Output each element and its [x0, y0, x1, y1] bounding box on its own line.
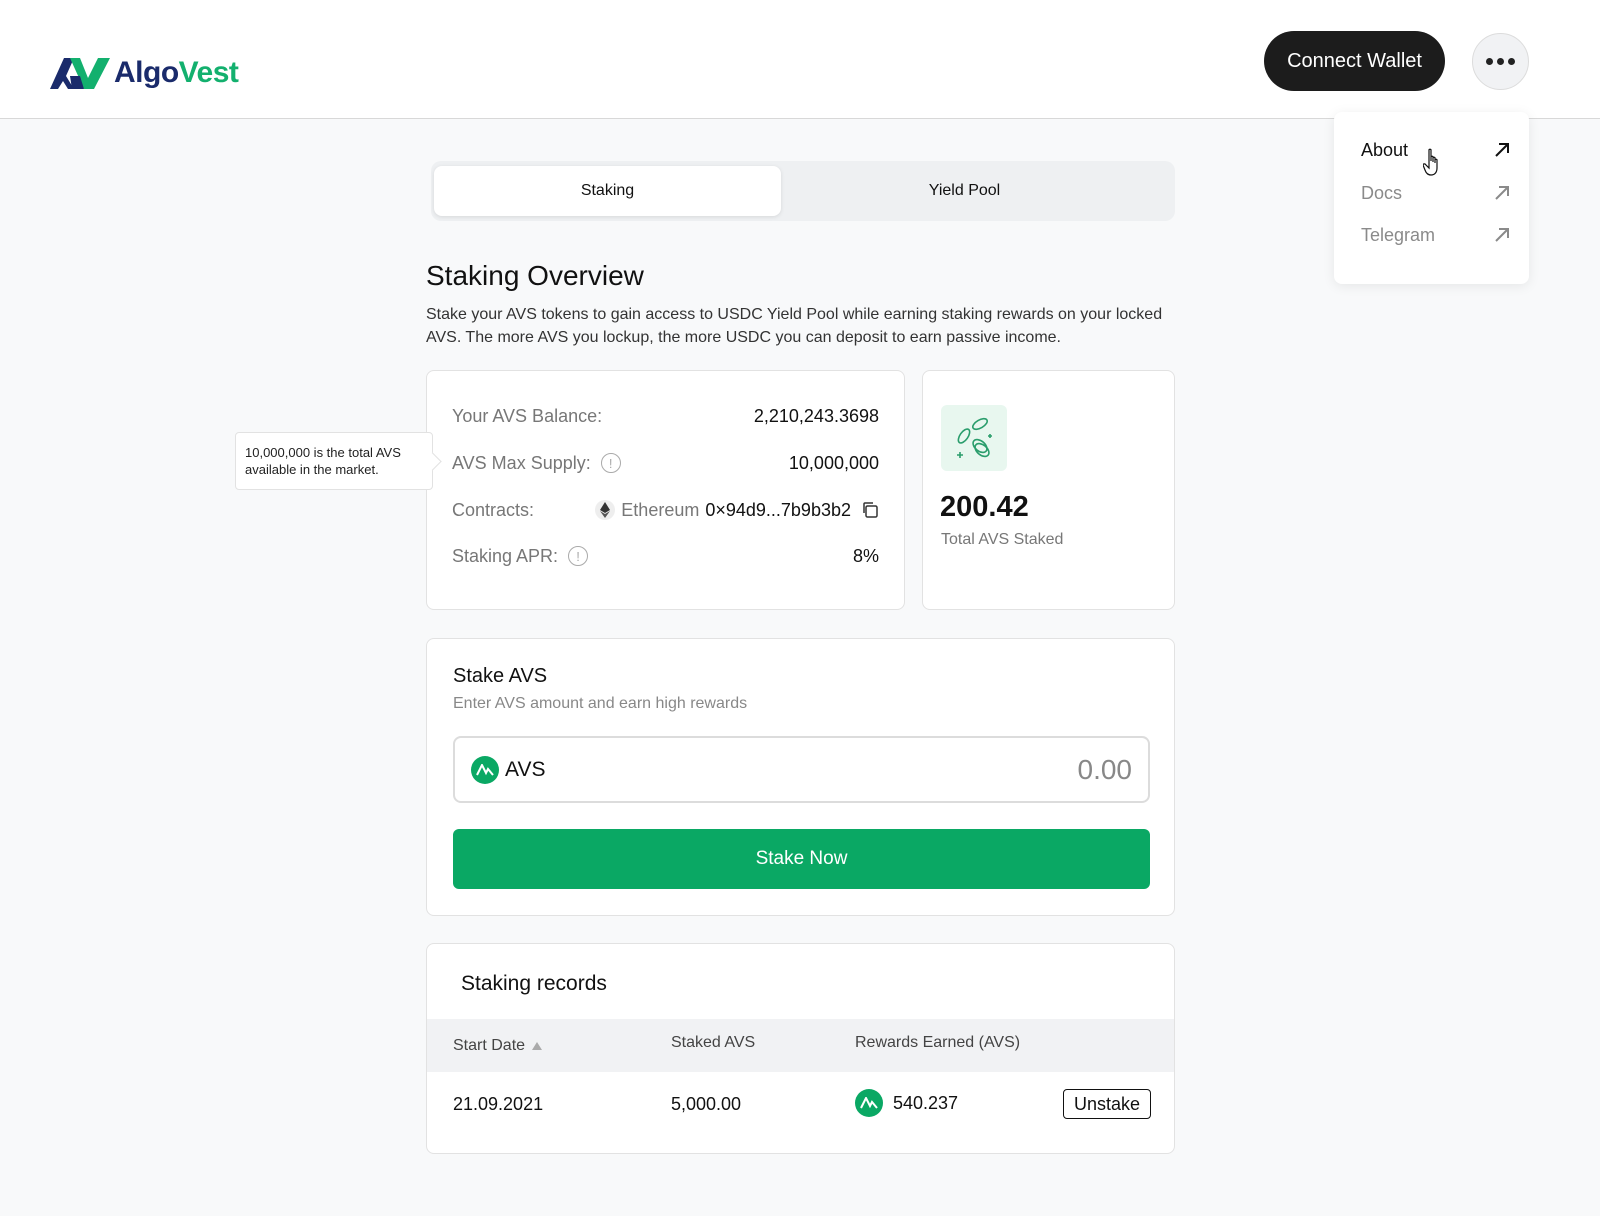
copy-icon[interactable]: [861, 501, 879, 519]
ethereum-icon: [595, 500, 616, 520]
stake-amount-input[interactable]: [545, 753, 1132, 786]
stake-subtitle: Enter AVS amount and earn high rewards: [453, 695, 748, 712]
menu-item-label: Telegram: [1361, 224, 1436, 245]
column-start-date[interactable]: Start Date: [453, 1037, 543, 1055]
avs-token-icon: [855, 1089, 883, 1117]
token-label: AVS: [505, 757, 546, 781]
max-supply-label: AVS Max Supply:: [452, 452, 591, 473]
contract-address: 0×94d9...7b9b3b2: [705, 499, 851, 520]
top-header: AlgoVest Connect Wallet: [0, 0, 1600, 119]
menu-item-docs[interactable]: Docs: [1361, 180, 1511, 206]
balance-row: Your AVS Balance: 2,210,243.3698: [452, 402, 879, 430]
arrow-up-right-icon: [1495, 143, 1509, 157]
max-supply-row: AVS Max Supply: ! 10,000,000: [452, 449, 879, 477]
column-rewards: Rewards Earned (AVS): [855, 1034, 1021, 1051]
contracts-label: Contracts:: [452, 499, 535, 520]
info-icon[interactable]: !: [600, 453, 621, 473]
arrow-up-right-icon: [1495, 186, 1509, 200]
coins-icon: [941, 405, 1007, 471]
contracts-row: Contracts: Ethereum 0×94d9...7b9b3b2: [452, 496, 879, 524]
balance-label: Your AVS Balance:: [452, 405, 603, 426]
apr-label: Staking APR:: [452, 545, 559, 566]
hand-cursor-icon: [1423, 148, 1438, 176]
main-tabs: Staking Yield Pool: [431, 161, 1175, 221]
more-dropdown-menu: About Docs Telegram: [1334, 112, 1529, 284]
connect-wallet-button[interactable]: Connect Wallet: [1264, 31, 1445, 91]
max-supply-value: 10,000,000: [788, 452, 879, 473]
records-table-header: Start Date Staked AVS Rewards Earned (AV…: [427, 1019, 1174, 1072]
staking-records-card: Staking records Start Date Staked AVS Re…: [426, 943, 1175, 1154]
column-staked-avs: Staked AVS: [671, 1034, 756, 1051]
more-dots-icon: [1497, 58, 1504, 65]
unstake-button[interactable]: Unstake: [1063, 1089, 1151, 1119]
menu-item-label: Docs: [1361, 182, 1403, 203]
stake-title: Stake AVS: [453, 665, 548, 687]
records-title: Staking records: [461, 972, 607, 995]
staking-info-card: Your AVS Balance: 2,210,243.3698 AVS Max…: [426, 370, 905, 610]
stake-avs-card: Stake AVS Enter AVS amount and earn high…: [426, 638, 1175, 916]
tab-staking[interactable]: Staking: [434, 166, 781, 216]
logo-text-vest: Vest: [178, 56, 239, 89]
page-title: Staking Overview: [426, 260, 644, 291]
arrow-up-right-icon: [1495, 228, 1509, 242]
balance-value: 2,210,243.3698: [753, 405, 879, 426]
logo-text-algo: Algo: [114, 56, 179, 89]
algovest-logo[interactable]: AlgoVest: [50, 56, 239, 90]
apr-row: Staking APR: ! 8%: [452, 542, 879, 570]
more-dots-icon: [1508, 58, 1515, 65]
menu-item-telegram[interactable]: Telegram: [1361, 222, 1511, 248]
row-start-date: 21.09.2021: [453, 1094, 544, 1114]
menu-item-label: About: [1361, 139, 1409, 160]
info-icon[interactable]: !: [568, 546, 589, 566]
max-supply-tooltip: 10,000,000 is the total AVS available in…: [235, 432, 433, 490]
avs-token-icon: [471, 755, 499, 784]
row-rewards: 540.237: [893, 1092, 959, 1113]
more-dots-icon: [1486, 58, 1493, 65]
row-staked: 5,000.00: [671, 1094, 742, 1114]
apr-value: 8%: [852, 545, 879, 566]
stake-amount-field[interactable]: AVS: [453, 736, 1150, 803]
sort-asc-icon: [532, 1042, 543, 1050]
total-staked-value: 200.42: [940, 491, 1029, 523]
contract-chain: Ethereum: [621, 499, 700, 520]
total-staked-card: 200.42 Total AVS Staked: [922, 370, 1175, 610]
stake-now-button[interactable]: Stake Now: [453, 829, 1150, 889]
more-menu-button[interactable]: [1472, 33, 1529, 90]
tab-yield-pool[interactable]: Yield Pool: [791, 166, 1138, 216]
overview-description: Stake your AVS tokens to gain access to …: [426, 306, 1163, 346]
algovest-logo-mark: [50, 58, 110, 89]
total-staked-label: Total AVS Staked: [941, 531, 1064, 548]
